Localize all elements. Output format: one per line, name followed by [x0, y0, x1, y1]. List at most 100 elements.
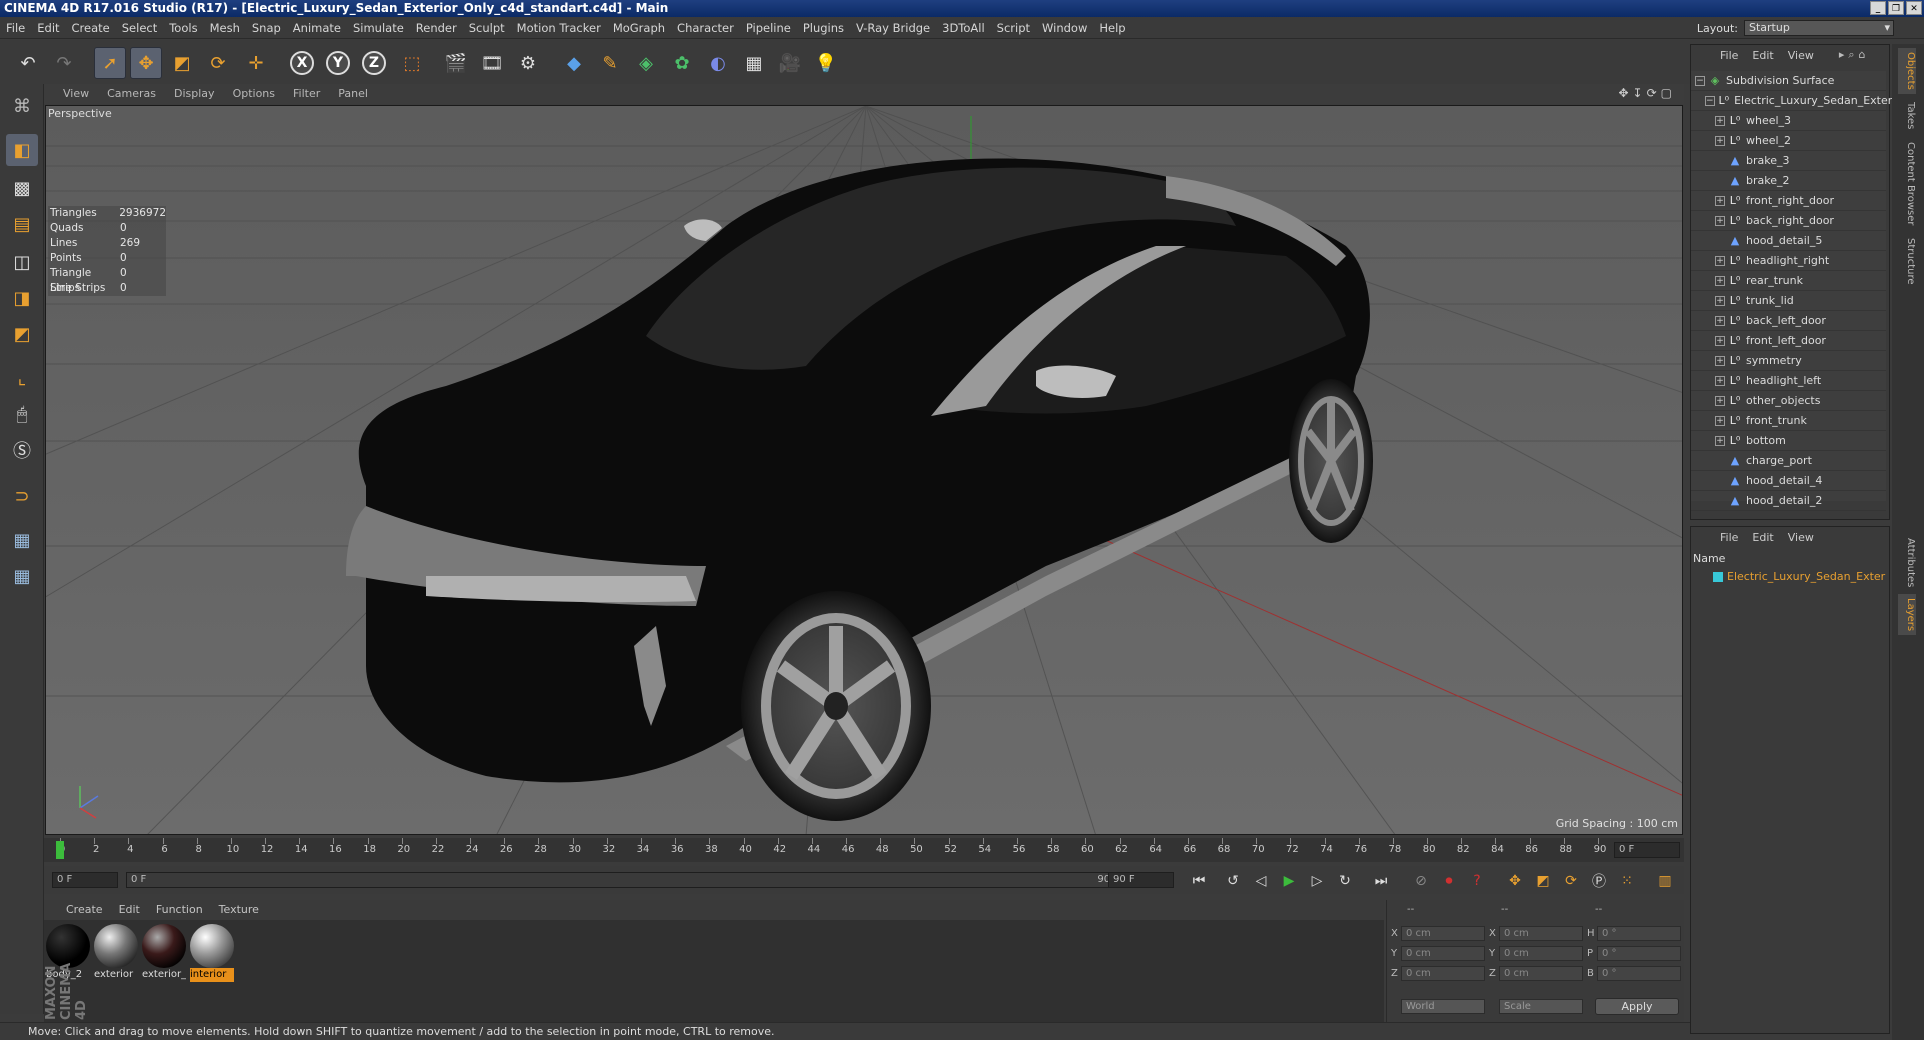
tab-takes[interactable]: Takes: [1898, 98, 1916, 133]
snap-icon[interactable]: Ⓢ: [6, 434, 38, 466]
tree-item[interactable]: + L⁰ trunk_lid: [1691, 291, 1886, 311]
viewport-nav-icons[interactable]: ✥↧⟳▢: [1618, 86, 1676, 100]
tree-item[interactable]: ▲ hood_detail_5: [1691, 231, 1886, 251]
om-menu-edit[interactable]: Edit: [1745, 49, 1780, 62]
menu-pipeline[interactable]: Pipeline: [740, 17, 797, 39]
tree-item[interactable]: + L⁰ front_right_door: [1691, 191, 1886, 211]
lm-menu-edit[interactable]: Edit: [1745, 531, 1780, 544]
menu-script[interactable]: Script: [991, 17, 1036, 39]
expand-toggle[interactable]: +: [1715, 415, 1725, 426]
expand-toggle[interactable]: −: [1695, 75, 1705, 86]
close-button[interactable]: ✕: [1906, 1, 1922, 15]
layout-select[interactable]: Startup ▾: [1744, 20, 1894, 36]
motion-record-icon[interactable]: ⊘: [1410, 870, 1432, 892]
menu-3dtoall[interactable]: 3DToAll: [936, 17, 991, 39]
tweak-mode-icon[interactable]: 🖱: [6, 398, 38, 430]
render-settings-icon[interactable]: ⚙: [512, 47, 544, 79]
current-frame-field[interactable]: 0 F: [1614, 842, 1680, 858]
tree-item[interactable]: ▲ brake_2: [1691, 171, 1886, 191]
tree-item[interactable]: + L⁰ symmetry: [1691, 351, 1886, 371]
menu-window[interactable]: Window: [1036, 17, 1093, 39]
viewport-menu-options[interactable]: Options: [224, 84, 284, 104]
make-editable-icon[interactable]: ⌘: [6, 90, 38, 122]
size-mode-dropdown[interactable]: Scale: [1499, 999, 1583, 1014]
menu-motion-tracker[interactable]: Motion Tracker: [511, 17, 607, 39]
deformer-icon[interactable]: ◐: [702, 47, 734, 79]
tree-item[interactable]: ▲ brake_3: [1691, 151, 1886, 171]
tree-item[interactable]: + L⁰ back_right_door: [1691, 211, 1886, 231]
workplane-mode-icon[interactable]: ▤: [6, 208, 38, 240]
expand-toggle[interactable]: −: [1705, 95, 1715, 106]
coordinate-system-icon[interactable]: ⬚: [396, 47, 428, 79]
minimize-button[interactable]: _: [1870, 1, 1886, 15]
menu-tools[interactable]: Tools: [163, 17, 203, 39]
key-pla-icon[interactable]: ⁙: [1616, 870, 1638, 892]
layer-item[interactable]: Electric_Luxury_Sedan_Exterior_On: [1691, 569, 1886, 585]
perspective-viewport[interactable]: Perspective Triangles 2936972 Quads 0 Line…: [45, 105, 1683, 835]
goto-start-icon[interactable]: ⏮: [1188, 870, 1210, 892]
viewport-menu-cameras[interactable]: Cameras: [98, 84, 165, 104]
position-x-field[interactable]: 0 cm: [1401, 926, 1485, 941]
om-menu-file[interactable]: File: [1713, 49, 1745, 62]
model-mode-icon[interactable]: ◧: [6, 134, 38, 166]
size-y-field[interactable]: 0 cm: [1499, 946, 1583, 961]
z-axis-lock-icon[interactable]: Z: [358, 47, 390, 79]
timeline-playhead[interactable]: [56, 841, 64, 859]
expand-toggle[interactable]: +: [1715, 435, 1725, 446]
tree-item-root[interactable]: − ◈ Subdivision Surface: [1691, 71, 1886, 91]
key-rotation-icon[interactable]: ⟳: [1560, 870, 1582, 892]
apply-button[interactable]: Apply: [1595, 998, 1679, 1015]
pen-spline-icon[interactable]: ✎: [594, 47, 626, 79]
maximize-button[interactable]: ❐: [1888, 1, 1904, 15]
tree-item[interactable]: + L⁰ front_left_door: [1691, 331, 1886, 351]
scale-tool-icon[interactable]: ◩: [166, 47, 198, 79]
om-menu-view[interactable]: View: [1781, 49, 1821, 62]
tab-layers[interactable]: Layers: [1898, 594, 1916, 636]
expand-toggle[interactable]: +: [1715, 275, 1725, 286]
menu-animate[interactable]: Animate: [287, 17, 347, 39]
size-x-field[interactable]: 0 cm: [1499, 926, 1583, 941]
expand-toggle[interactable]: +: [1715, 315, 1725, 326]
tab-objects[interactable]: Objects: [1898, 48, 1916, 94]
menu-mograph[interactable]: MoGraph: [607, 17, 671, 39]
points-mode-icon[interactable]: ◫: [6, 246, 38, 278]
autokey-icon[interactable]: ?: [1466, 870, 1488, 892]
material-menu-edit[interactable]: Edit: [111, 900, 148, 920]
menu-help[interactable]: Help: [1093, 17, 1131, 39]
next-frame-icon[interactable]: ▷: [1306, 870, 1328, 892]
tree-item[interactable]: + L⁰ bottom: [1691, 431, 1886, 451]
coordinate-space-dropdown[interactable]: World: [1401, 999, 1485, 1014]
tab-attributes[interactable]: Attributes: [1898, 534, 1916, 591]
menu-vray-bridge[interactable]: V-Ray Bridge: [850, 17, 936, 39]
menu-plugins[interactable]: Plugins: [797, 17, 850, 39]
menu-select[interactable]: Select: [116, 17, 163, 39]
expand-toggle[interactable]: +: [1715, 335, 1725, 346]
expand-toggle[interactable]: +: [1715, 255, 1725, 266]
material-menu-create[interactable]: Create: [58, 900, 111, 920]
tree-item[interactable]: ▲ charge_port: [1691, 451, 1886, 471]
expand-toggle[interactable]: +: [1715, 355, 1725, 366]
next-key-icon[interactable]: ↻: [1334, 870, 1356, 892]
light-icon[interactable]: 💡: [810, 47, 842, 79]
position-z-field[interactable]: 0 cm: [1401, 966, 1485, 981]
x-axis-lock-icon[interactable]: X: [286, 47, 318, 79]
live-selection-icon[interactable]: ➚: [94, 47, 126, 79]
cube-primitive-icon[interactable]: ◆: [558, 47, 590, 79]
menu-sculpt[interactable]: Sculpt: [463, 17, 511, 39]
menu-snap[interactable]: Snap: [246, 17, 287, 39]
tree-item[interactable]: ▲ hood_detail_4: [1691, 471, 1886, 491]
timeline-ruler[interactable]: 0246810121416182022242628303234363840424…: [44, 838, 1684, 862]
expand-toggle[interactable]: +: [1715, 135, 1725, 146]
tree-item[interactable]: + L⁰ front_trunk: [1691, 411, 1886, 431]
frame-range-slider[interactable]: 0 F 90 F: [126, 872, 1136, 888]
expand-toggle[interactable]: +: [1715, 215, 1725, 226]
viewport-menu-display[interactable]: Display: [165, 84, 224, 104]
viewport-menu-panel[interactable]: Panel: [329, 84, 377, 104]
key-scale-icon[interactable]: ◩: [1532, 870, 1554, 892]
lm-menu-view[interactable]: View: [1781, 531, 1821, 544]
material-swatch[interactable]: exterior: [94, 924, 138, 982]
menu-file[interactable]: File: [0, 17, 31, 39]
last-tool-icon[interactable]: ✛: [240, 47, 272, 79]
texture-mode-icon[interactable]: ▩: [6, 172, 38, 204]
camera-icon[interactable]: 🎥: [774, 47, 806, 79]
